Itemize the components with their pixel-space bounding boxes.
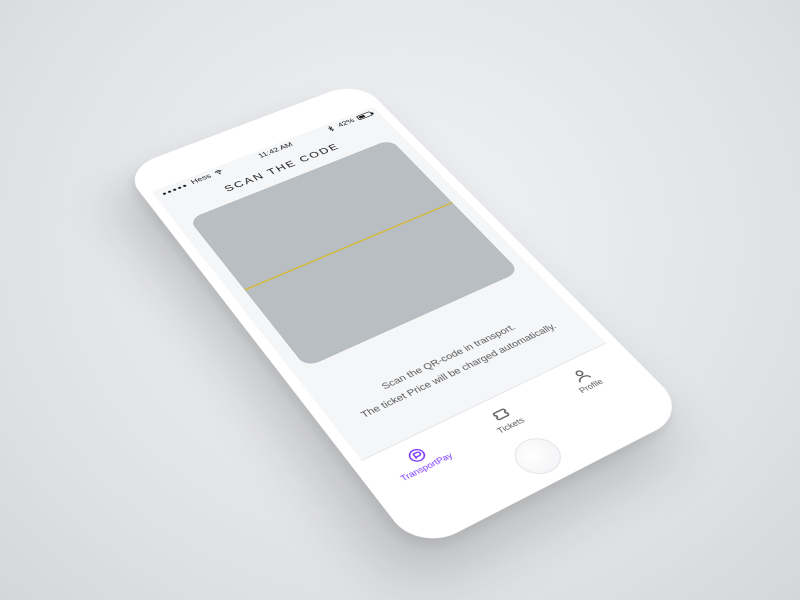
screen: ●●●●● Hess 11:42 AM 42% <box>152 107 641 501</box>
tab-bar: TransportPay Tickets <box>361 343 640 501</box>
battery-fill <box>358 115 365 119</box>
battery-icon <box>356 111 373 120</box>
signal-dots-icon: ●●●●● <box>160 182 189 196</box>
scan-viewport[interactable] <box>189 139 520 367</box>
carrier-label: Hess <box>189 173 212 186</box>
wifi-icon <box>212 168 224 176</box>
status-time: 11:42 AM <box>257 141 295 159</box>
bluetooth-icon <box>325 125 337 133</box>
battery-percent-label: 42% <box>336 117 356 128</box>
phone-frame: ●●●●● Hess 11:42 AM 42% <box>122 81 689 553</box>
scan-line <box>244 202 453 291</box>
